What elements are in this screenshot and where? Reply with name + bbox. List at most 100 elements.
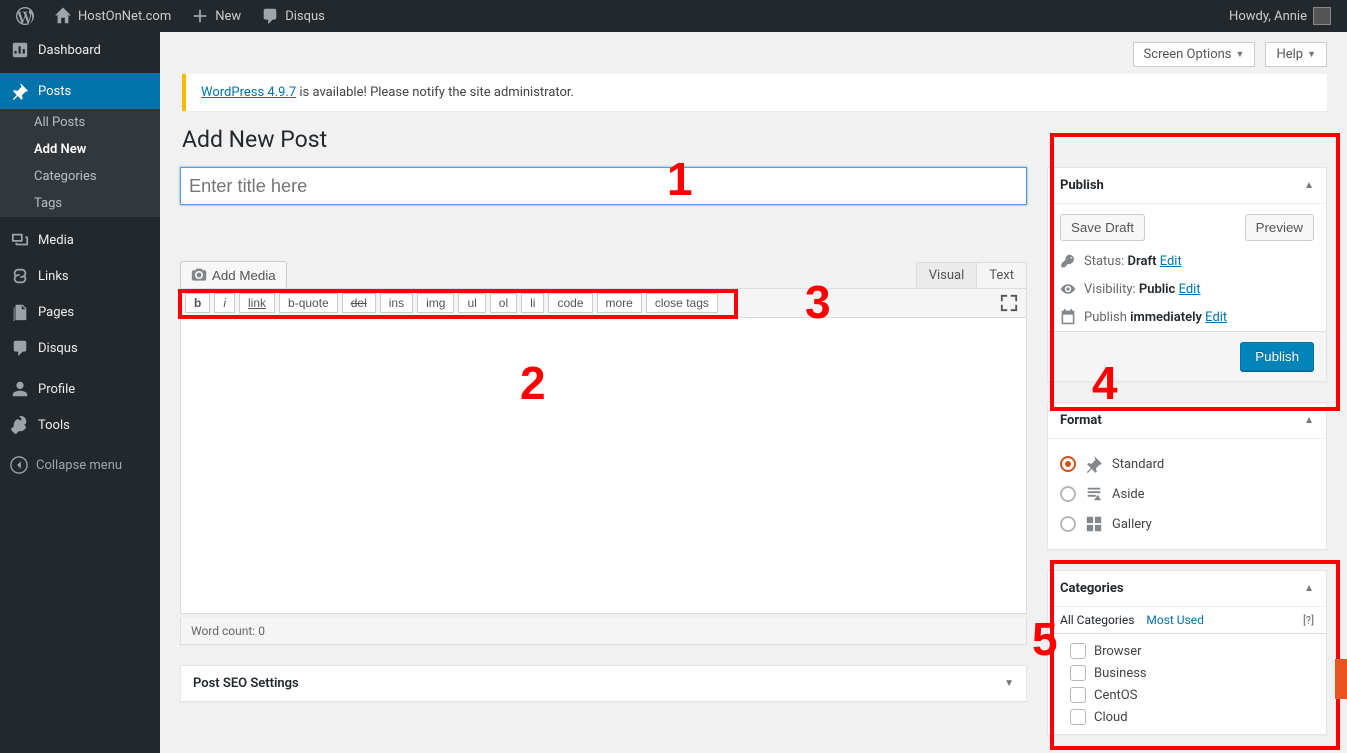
- qt-ul[interactable]: ul: [458, 293, 485, 313]
- schedule-row: Publish immediately Edit: [1048, 303, 1326, 331]
- sidebar-item-posts[interactable]: Posts: [0, 73, 160, 109]
- publish-button[interactable]: Publish: [1240, 342, 1314, 371]
- collapse-menu[interactable]: Collapse menu: [0, 448, 160, 482]
- qt-close-tags[interactable]: close tags: [646, 293, 718, 313]
- screen-options-button[interactable]: Screen Options ▼: [1133, 42, 1256, 67]
- save-draft-button[interactable]: Save Draft: [1060, 214, 1145, 241]
- main-content: Screen Options ▼ Help ▼ WordPress 4.9.7 …: [160, 32, 1347, 753]
- qt-ol[interactable]: ol: [490, 293, 517, 313]
- publish-panel: Publish ▲ Save Draft Preview Status: Draf…: [1047, 167, 1327, 382]
- status-row: Status: Draft Edit: [1048, 247, 1326, 275]
- help-button[interactable]: Help ▼: [1265, 42, 1327, 67]
- adminbar-disqus[interactable]: Disqus: [253, 0, 333, 32]
- user-icon: [11, 380, 29, 398]
- new-content[interactable]: New: [183, 0, 249, 32]
- cat-help-link[interactable]: [?]: [1303, 614, 1314, 627]
- cat-item[interactable]: Business: [1060, 662, 1314, 684]
- format-option-aside[interactable]: Aside: [1060, 479, 1314, 509]
- media-icon: [11, 231, 29, 249]
- tab-visual[interactable]: Visual: [916, 262, 978, 289]
- format-panel: Format▲ Standard Aside: [1047, 402, 1327, 550]
- edit-status[interactable]: Edit: [1160, 254, 1182, 269]
- cat-item[interactable]: Cloud: [1060, 706, 1314, 728]
- aside-icon: [1085, 485, 1103, 503]
- checkbox[interactable]: [1070, 687, 1086, 703]
- update-link[interactable]: WordPress 4.9.7: [201, 85, 296, 100]
- avatar: [1313, 7, 1331, 25]
- page-title: Add New Post: [182, 126, 1327, 153]
- sidebar-item-disqus[interactable]: Disqus: [0, 330, 160, 366]
- post-title-input[interactable]: [180, 167, 1027, 205]
- sidebar-item-media[interactable]: Media: [0, 222, 160, 258]
- scrollbar-thumb[interactable]: [1335, 659, 1347, 699]
- seo-settings-box: Post SEO Settings ▼: [180, 665, 1027, 702]
- sidebar-item-profile[interactable]: Profile: [0, 371, 160, 407]
- pages-icon: [11, 303, 29, 321]
- eye-icon: [1060, 281, 1076, 297]
- add-media-button[interactable]: Add Media: [180, 261, 287, 289]
- user-menu[interactable]: Howdy, Annie: [1221, 0, 1339, 32]
- qt-link[interactable]: link: [239, 293, 275, 313]
- comment-icon: [11, 339, 29, 357]
- qt-bold[interactable]: b: [185, 293, 210, 313]
- radio-standard[interactable]: [1060, 456, 1076, 472]
- calendar-icon: [1060, 309, 1076, 325]
- qt-li[interactable]: li: [521, 293, 544, 313]
- fullscreen-toggle[interactable]: [1000, 294, 1020, 314]
- checkbox[interactable]: [1070, 643, 1086, 659]
- panel-toggle[interactable]: ▲: [1304, 583, 1314, 594]
- sidebar-item-tools[interactable]: Tools: [0, 407, 160, 443]
- post-content-textarea[interactable]: [180, 318, 1027, 614]
- dashboard-icon: [11, 41, 29, 59]
- wp-logo[interactable]: [8, 0, 42, 32]
- pin-icon: [11, 82, 29, 100]
- gallery-icon: [1085, 515, 1103, 533]
- seo-settings-toggle[interactable]: Post SEO Settings ▼: [181, 666, 1026, 701]
- cat-tab-most-used[interactable]: Most Used: [1146, 607, 1204, 633]
- visibility-row: Visibility: Public Edit: [1048, 275, 1326, 303]
- qt-italic[interactable]: i: [214, 293, 235, 313]
- cat-item[interactable]: CentOS: [1060, 684, 1314, 706]
- qt-bquote[interactable]: b-quote: [279, 293, 338, 313]
- cat-item[interactable]: Browser: [1060, 640, 1314, 662]
- sidebar-item-links[interactable]: Links: [0, 258, 160, 294]
- tab-text[interactable]: Text: [976, 262, 1027, 289]
- radio-aside[interactable]: [1060, 486, 1076, 502]
- edit-visibility[interactable]: Edit: [1179, 282, 1201, 297]
- submenu-tags[interactable]: Tags: [0, 190, 160, 217]
- qt-del[interactable]: del: [342, 293, 376, 313]
- pin-icon: [1085, 455, 1103, 473]
- collapse-icon: [10, 456, 28, 474]
- submenu-add-new[interactable]: Add New: [0, 136, 160, 163]
- checkbox[interactable]: [1070, 709, 1086, 725]
- checkbox[interactable]: [1070, 665, 1086, 681]
- format-option-gallery[interactable]: Gallery: [1060, 509, 1314, 539]
- cat-tab-all[interactable]: All Categories: [1060, 607, 1134, 633]
- preview-button[interactable]: Preview: [1245, 214, 1314, 241]
- submenu-categories[interactable]: Categories: [0, 163, 160, 190]
- submenu-all-posts[interactable]: All Posts: [0, 109, 160, 136]
- format-option-standard[interactable]: Standard: [1060, 449, 1314, 479]
- admin-bar: HostOnNet.com New Disqus Howdy, Annie: [0, 0, 1347, 32]
- qt-ins[interactable]: ins: [380, 293, 413, 313]
- admin-sidebar: Dashboard Posts All Posts Add New Catego…: [0, 32, 160, 753]
- sidebar-item-dashboard[interactable]: Dashboard: [0, 32, 160, 68]
- qt-code[interactable]: code: [548, 293, 592, 313]
- panel-toggle[interactable]: ▲: [1304, 415, 1314, 426]
- comment-icon: [261, 7, 279, 25]
- editor-tabs: Visual Text: [917, 262, 1027, 289]
- key-icon: [1060, 253, 1076, 269]
- site-link[interactable]: HostOnNet.com: [46, 0, 179, 32]
- qt-more[interactable]: more: [597, 293, 642, 313]
- editor-toolbar: b i link b-quote del ins img ul ol li co…: [180, 288, 1027, 318]
- sidebar-item-pages[interactable]: Pages: [0, 294, 160, 330]
- update-notice: WordPress 4.9.7 is available! Please not…: [182, 74, 1327, 111]
- radio-gallery[interactable]: [1060, 516, 1076, 532]
- qt-img[interactable]: img: [417, 293, 454, 313]
- chevron-down-icon: ▼: [1307, 49, 1316, 60]
- wrench-icon: [11, 416, 29, 434]
- edit-schedule[interactable]: Edit: [1205, 310, 1227, 325]
- panel-toggle[interactable]: ▲: [1304, 180, 1314, 191]
- category-list: Browser Business CentOS Cloud: [1048, 634, 1326, 734]
- categories-panel: Categories▲ All Categories Most Used [?]…: [1047, 570, 1327, 735]
